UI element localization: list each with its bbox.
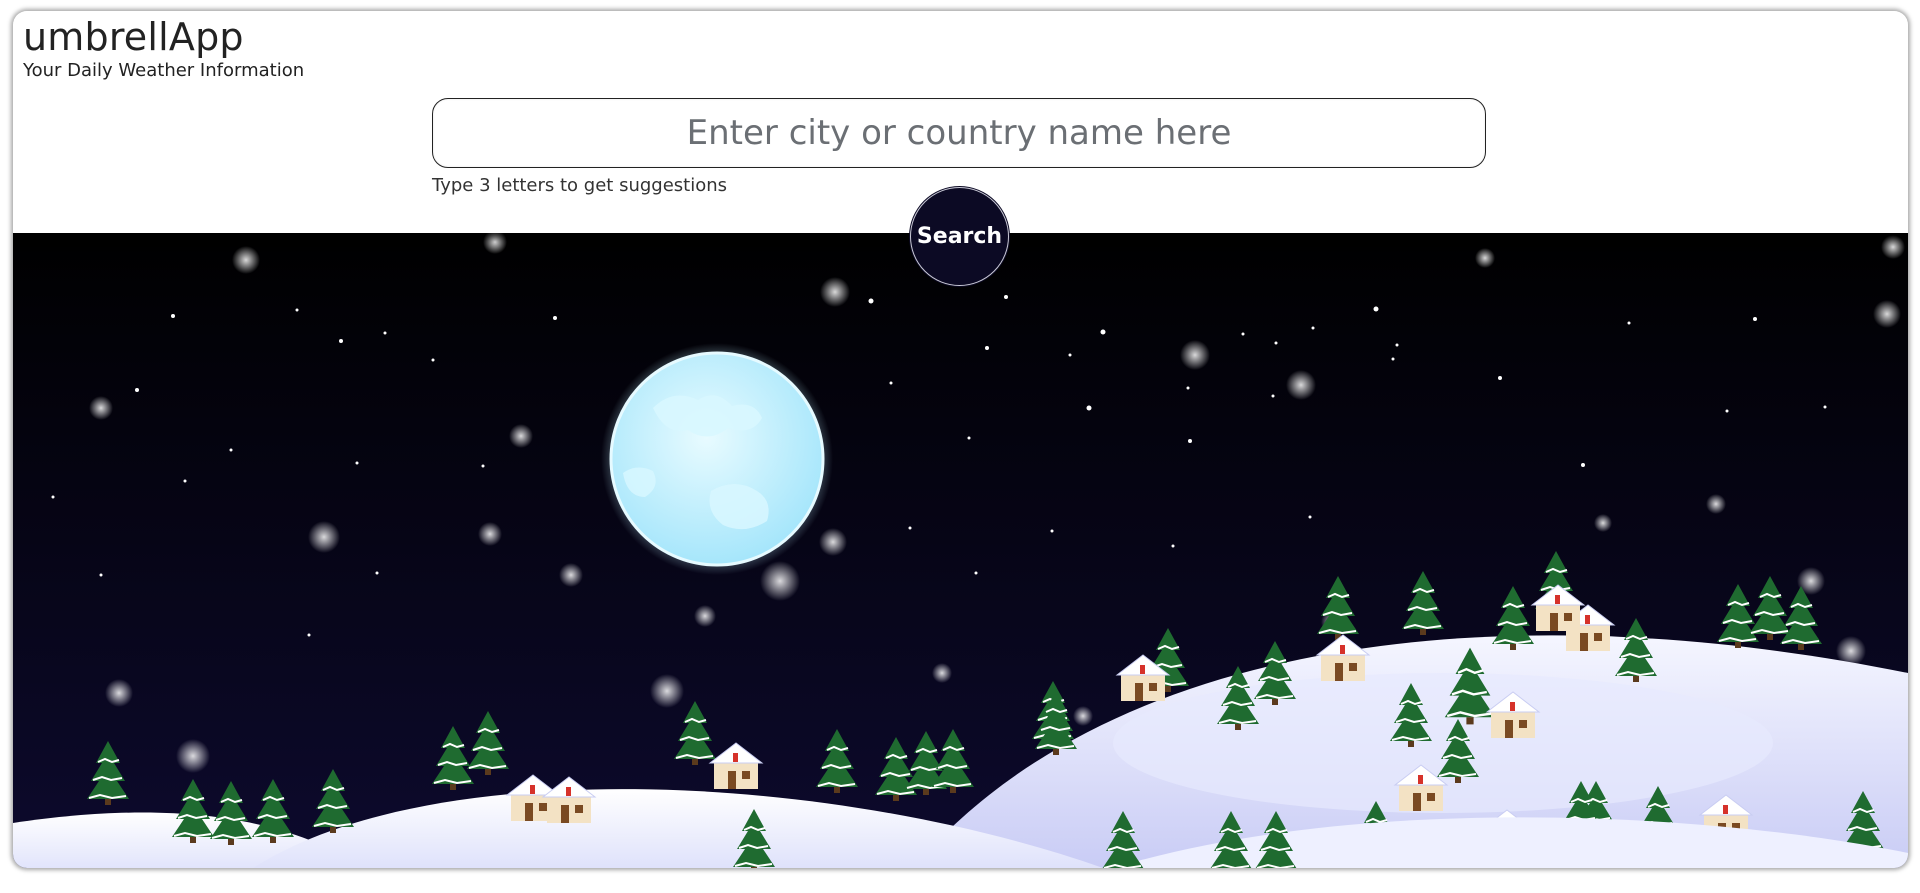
winter-night-scene [13,233,1908,868]
weather-background [13,233,1908,868]
app-title: umbrellApp [23,15,244,59]
search-hint: Type 3 letters to get suggestions [432,175,728,196]
app-window: umbrellApp Your Daily Weather Informatio… [13,11,1908,868]
app-tagline: Your Daily Weather Information [23,60,305,81]
search-field[interactable] [432,98,1486,168]
search-input[interactable] [433,98,1485,168]
moon [609,351,825,567]
search-button[interactable]: Search [910,187,1009,286]
